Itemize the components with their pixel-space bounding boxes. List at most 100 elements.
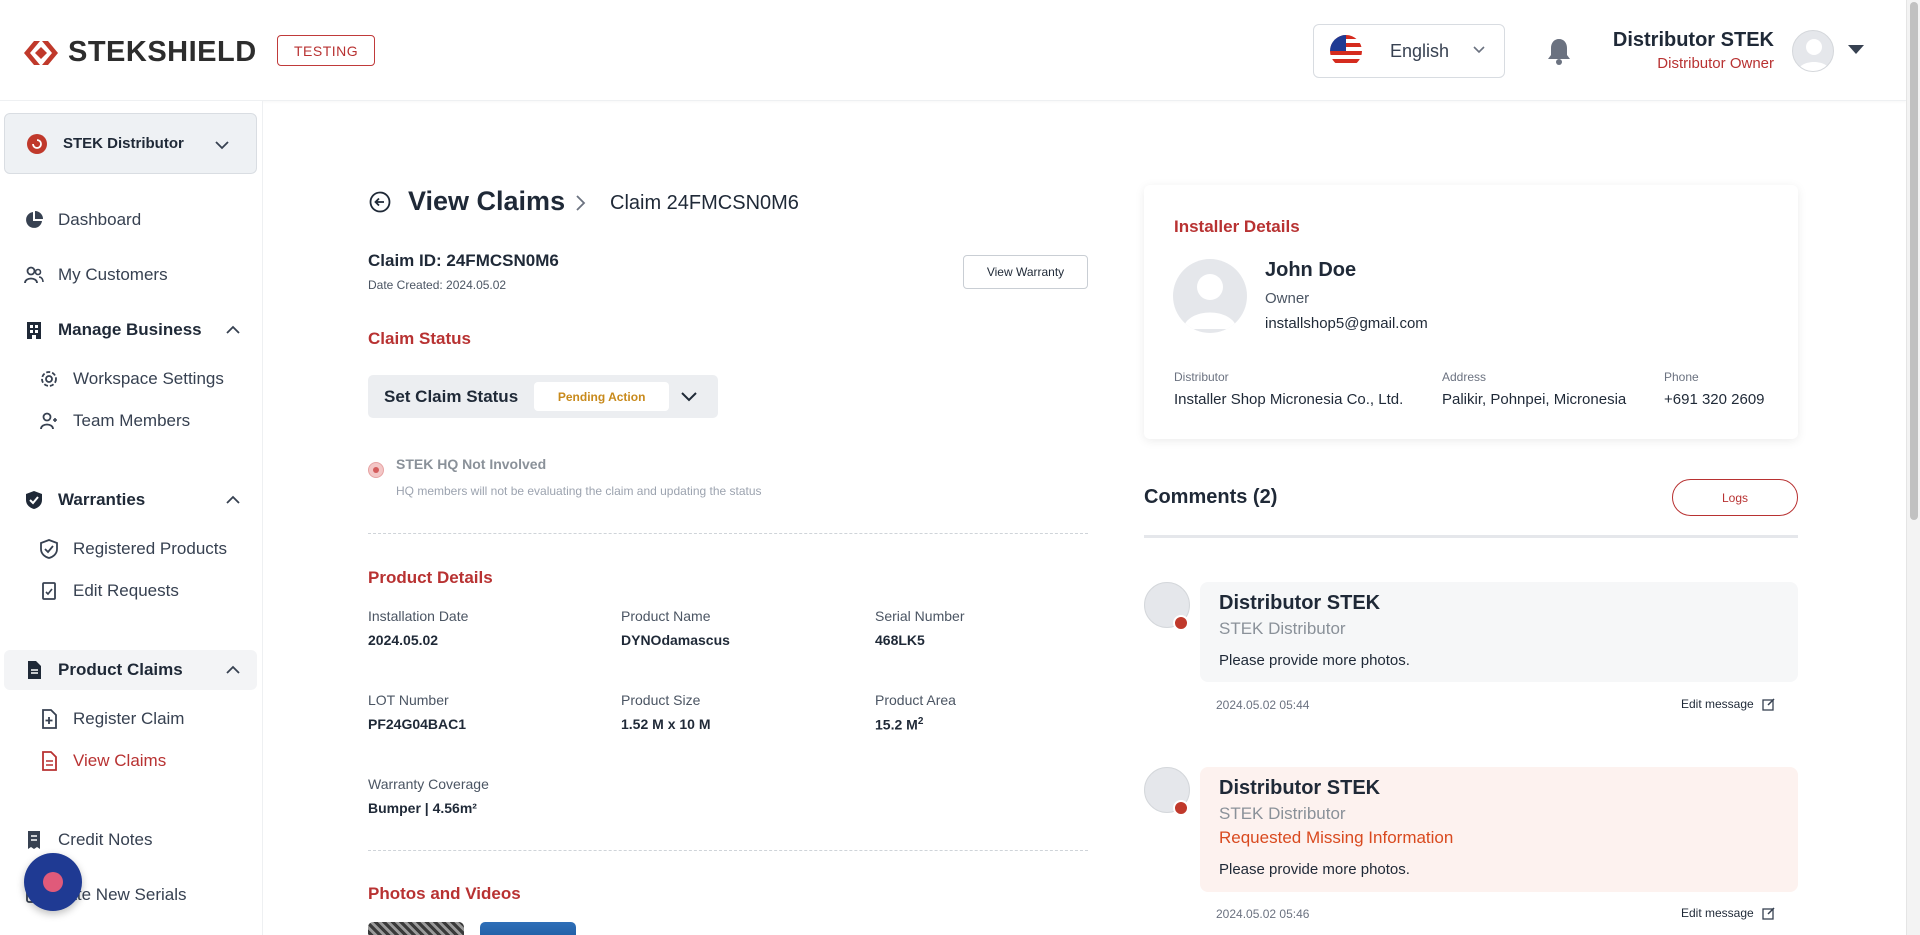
language-label: English <box>1390 40 1450 61</box>
gear-icon <box>41 371 57 387</box>
document-list-icon <box>42 751 57 771</box>
product-size-label: Product Size <box>621 692 701 708</box>
breadcrumb-current: Claim 24FMCSN0M6 <box>610 192 799 214</box>
top-header: STEKSHIELD TESTING English Distributor S… <box>0 0 1906 101</box>
breadcrumb-chevron-icon <box>576 195 586 211</box>
page-scrollbar[interactable] <box>1906 0 1920 935</box>
photo-thumbnail[interactable] <box>368 922 464 935</box>
installer-details-card: Installer Details John Doe Owner install… <box>1144 185 1798 439</box>
date-created: Date Created: 2024.05.02 <box>368 278 507 292</box>
organization-select[interactable]: STEK Distributor <box>4 113 257 174</box>
distributor-value: Installer Shop Micronesia Co., Ltd. <box>1174 391 1404 408</box>
org-badge-icon <box>1173 800 1189 816</box>
claim-status-select[interactable]: Set Claim Status Pending Action <box>368 375 718 418</box>
comment-org: STEK Distributor <box>1219 619 1346 638</box>
receipt-icon <box>28 831 40 849</box>
sidebar-item-label: Register Claim <box>73 709 185 728</box>
document-icon <box>28 661 41 679</box>
sidebar-item-edit-requests[interactable]: Edit Requests <box>0 571 263 611</box>
comment-timestamp: 2024.05.02 05:44 <box>1216 698 1310 712</box>
photo-thumbnail[interactable] <box>480 922 576 935</box>
sidebar-item-label: View Claims <box>73 751 167 770</box>
set-claim-status-label: Set Claim Status <box>384 386 519 406</box>
edit-icon <box>1762 907 1775 920</box>
sidebar-group-warranties[interactable]: Warranties <box>0 480 263 520</box>
stek-logo-icon <box>24 40 58 65</box>
product-size-value: 1.52 M x 10 M <box>621 716 711 732</box>
chevron-down-icon <box>1473 46 1485 54</box>
sidebar-group-manage-business[interactable]: Manage Business <box>0 310 263 350</box>
users-icon <box>24 266 44 284</box>
comment-text: Please provide more photos. <box>1219 861 1410 878</box>
sidebar-item-team-members[interactable]: Team Members <box>0 401 263 441</box>
chevron-up-icon <box>226 665 240 674</box>
user-name: Distributor STEK <box>1612 29 1774 51</box>
sidebar-group-product-claims[interactable]: Product Claims <box>4 650 257 690</box>
comment-text: Please provide more photos. <box>1219 652 1410 669</box>
avatar-placeholder-icon <box>1183 274 1237 329</box>
address-value: Palikir, Pohnpei, Micronesia <box>1442 391 1627 408</box>
product-area-number: 15.2 M <box>875 716 918 733</box>
chevron-up-icon <box>226 495 240 504</box>
comments-title: Comments (2) <box>1144 486 1278 508</box>
sidebar-item-label: Team Members <box>73 411 191 430</box>
sidebar-item-register-claim[interactable]: Register Claim <box>0 699 263 739</box>
pie-chart-icon <box>26 211 43 228</box>
edit-message-button[interactable]: Edit message <box>1681 697 1776 711</box>
comment-status: Requested Missing Information <box>1219 828 1454 847</box>
logs-button[interactable]: Logs <box>1672 479 1798 516</box>
product-name-label: Product Name <box>621 608 711 624</box>
comment-author: Distributor STEK <box>1219 777 1381 799</box>
lot-number-label: LOT Number <box>368 692 449 708</box>
sidebar-item-label: Product Claims <box>58 660 183 679</box>
help-chat-button[interactable] <box>24 853 82 911</box>
installation-date-label: Installation Date <box>368 608 469 624</box>
installer-email: installshop5@gmail.com <box>1265 315 1428 332</box>
sidebar-item-label: Credit Notes <box>58 830 153 849</box>
chevron-down-icon <box>681 392 697 402</box>
user-avatar[interactable] <box>1792 30 1834 72</box>
hq-status-description: HQ members will not be evaluating the cl… <box>396 484 762 498</box>
environment-badge: TESTING <box>277 35 376 66</box>
sidebar-item-label: Registered Products <box>73 539 228 558</box>
photos-videos-title: Photos and Videos <box>368 884 521 903</box>
sidebar-item-workspace-settings[interactable]: Workspace Settings <box>0 359 263 399</box>
address-label: Address <box>1442 370 1487 384</box>
claim-id: Claim ID: 24FMCSN0M6 <box>368 251 559 270</box>
warranty-coverage-value: Bumper | 4.56m² <box>368 800 477 816</box>
user-menu-caret-icon[interactable] <box>1847 42 1865 56</box>
phone-label: Phone <box>1664 370 1699 384</box>
sidebar-item-dashboard[interactable]: Dashboard <box>0 200 263 240</box>
document-edit-icon <box>42 582 56 600</box>
installation-date-value: 2024.05.02 <box>368 632 439 648</box>
comments-divider <box>1144 535 1798 538</box>
sidebar-item-view-claims[interactable]: View Claims <box>0 741 263 781</box>
org-logo-icon <box>27 133 47 154</box>
edit-message-button[interactable]: Edit message <box>1681 906 1776 920</box>
sidebar-item-credit-notes[interactable]: Credit Notes <box>0 820 263 860</box>
stekshield-logo[interactable]: STEKSHIELD <box>22 36 257 69</box>
back-arrow-icon[interactable] <box>369 191 391 213</box>
sidebar-item-registered-products[interactable]: Registered Products <box>0 529 263 569</box>
lot-number-value: PF24G04BAC1 <box>368 716 467 732</box>
user-info[interactable]: Distributor STEK Distributor Owner <box>1600 29 1774 72</box>
sidebar-item-label: Manage Business <box>58 320 202 339</box>
sidebar-item-label: Warranties <box>58 490 146 509</box>
avatar-placeholder-icon <box>1798 39 1830 71</box>
page-title: View Claims <box>408 186 566 216</box>
sidebar-item-my-customers[interactable]: My Customers <box>0 255 263 295</box>
notification-bell-icon[interactable] <box>1546 37 1572 65</box>
installer-name: John Doe <box>1265 259 1357 281</box>
chevron-down-icon <box>215 141 229 150</box>
hq-status-radio[interactable] <box>368 462 384 478</box>
view-warranty-button[interactable]: View Warranty <box>963 255 1088 289</box>
scrollbar-thumb[interactable] <box>1910 2 1918 520</box>
team-icon <box>40 412 57 430</box>
chevron-up-icon <box>226 325 240 334</box>
chat-icon <box>43 872 63 892</box>
comment-author: Distributor STEK <box>1219 592 1381 614</box>
language-select[interactable]: English <box>1313 24 1505 78</box>
product-area-value: 15.2 M2 <box>875 716 923 733</box>
warranty-coverage-label: Warranty Coverage <box>368 776 489 792</box>
sidebar-item-label: Workspace Settings <box>73 369 224 388</box>
